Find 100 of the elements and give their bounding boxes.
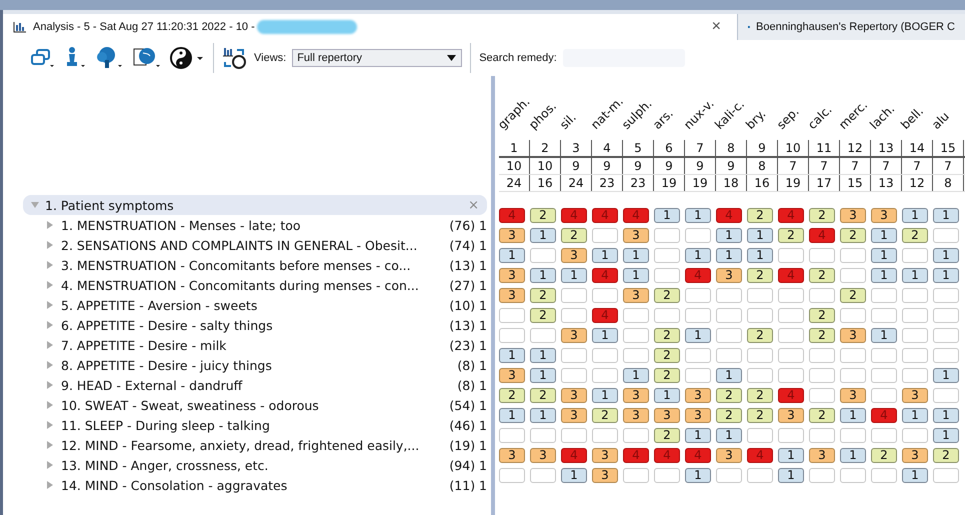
grade-cell[interactable]: 3 xyxy=(840,208,866,222)
empty-cell[interactable] xyxy=(623,468,649,482)
expand-arrow-icon[interactable] xyxy=(47,301,53,309)
grade-cell[interactable]: 2 xyxy=(654,288,680,302)
empty-cell[interactable] xyxy=(840,368,866,382)
grade-cell[interactable]: 2 xyxy=(530,388,556,402)
grade-cell[interactable]: 1 xyxy=(933,408,959,422)
empty-cell[interactable] xyxy=(902,368,928,382)
empty-cell[interactable] xyxy=(747,368,773,382)
empty-cell[interactable] xyxy=(685,308,711,322)
globe-document-icon[interactable] xyxy=(131,46,163,70)
grade-cell[interactable]: 2 xyxy=(840,228,866,242)
empty-cell[interactable] xyxy=(809,248,835,262)
grade-cell[interactable]: 3 xyxy=(499,288,525,302)
grade-cell[interactable]: 3 xyxy=(840,328,866,342)
collapse-arrow-icon[interactable] xyxy=(31,201,39,209)
empty-cell[interactable] xyxy=(778,248,804,262)
close-icon[interactable]: × xyxy=(712,18,727,36)
empty-cell[interactable] xyxy=(809,288,835,302)
grade-cell[interactable]: 1 xyxy=(530,408,556,422)
grade-cell[interactable]: 2 xyxy=(716,408,742,422)
grade-cell[interactable]: 3 xyxy=(840,388,866,402)
grade-cell[interactable]: 2 xyxy=(654,348,680,362)
grade-cell[interactable]: 1 xyxy=(933,208,959,222)
remedy-name[interactable]: bry. xyxy=(743,106,768,132)
empty-cell[interactable] xyxy=(592,228,618,242)
grade-cell[interactable]: 1 xyxy=(654,388,680,402)
symptom-label[interactable]: 13. MIND - Anger, crossness, etc. xyxy=(61,458,446,472)
grade-cell[interactable]: 2 xyxy=(840,288,866,302)
grade-cell[interactable]: 3 xyxy=(623,228,649,242)
grade-cell[interactable]: 2 xyxy=(530,208,556,222)
grade-cell[interactable]: 2 xyxy=(747,268,773,282)
grade-cell[interactable]: 3 xyxy=(592,448,618,462)
grade-cell[interactable]: 3 xyxy=(530,448,556,462)
grade-cell[interactable]: 1 xyxy=(592,328,618,342)
grade-cell[interactable]: 3 xyxy=(623,288,649,302)
grade-cell[interactable]: 1 xyxy=(902,468,928,482)
grade-cell[interactable]: 1 xyxy=(654,208,680,222)
empty-cell[interactable] xyxy=(685,368,711,382)
grade-cell[interactable]: 3 xyxy=(499,268,525,282)
grade-cell[interactable]: 1 xyxy=(840,408,866,422)
grade-cell[interactable]: 2 xyxy=(809,408,835,422)
grade-cell[interactable]: 2 xyxy=(530,288,556,302)
empty-cell[interactable] xyxy=(871,388,897,402)
empty-cell[interactable] xyxy=(561,368,587,382)
empty-cell[interactable] xyxy=(778,428,804,442)
grade-cell[interactable]: 3 xyxy=(685,388,711,402)
empty-cell[interactable] xyxy=(871,288,897,302)
empty-cell[interactable] xyxy=(840,308,866,322)
empty-cell[interactable] xyxy=(747,288,773,302)
empty-cell[interactable] xyxy=(809,428,835,442)
empty-cell[interactable] xyxy=(902,248,928,262)
empty-cell[interactable] xyxy=(840,468,866,482)
empty-cell[interactable] xyxy=(716,308,742,322)
empty-cell[interactable] xyxy=(654,228,680,242)
expand-arrow-icon[interactable] xyxy=(47,321,53,329)
empty-cell[interactable] xyxy=(902,428,928,442)
grade-cell[interactable]: 1 xyxy=(747,248,773,262)
symptom-label[interactable]: 1. MENSTRUATION - Menses - late; too xyxy=(61,218,446,232)
empty-cell[interactable] xyxy=(716,348,742,362)
grade-cell[interactable]: 1 xyxy=(778,448,804,462)
chart-refresh-icon[interactable] xyxy=(222,46,248,70)
empty-cell[interactable] xyxy=(747,308,773,322)
grade-cell[interactable]: 1 xyxy=(778,468,804,482)
empty-cell[interactable] xyxy=(623,308,649,322)
grade-cell[interactable]: 1 xyxy=(933,428,959,442)
symptom-label[interactable]: 7. APPETITE - Desire - milk xyxy=(61,338,446,352)
grade-cell[interactable]: 1 xyxy=(933,368,959,382)
empty-cell[interactable] xyxy=(778,348,804,362)
grade-cell[interactable]: 3 xyxy=(561,408,587,422)
grade-cell[interactable]: 1 xyxy=(623,368,649,382)
grade-cell[interactable]: 2 xyxy=(654,428,680,442)
empty-cell[interactable] xyxy=(809,368,835,382)
grade-cell[interactable]: 1 xyxy=(561,468,587,482)
empty-cell[interactable] xyxy=(530,328,556,342)
grade-cell[interactable]: 2 xyxy=(809,208,835,222)
empty-cell[interactable] xyxy=(685,348,711,362)
grade-cell[interactable]: 2 xyxy=(592,408,618,422)
grade-cell[interactable]: 1 xyxy=(530,348,556,362)
remedy-name[interactable]: bell. xyxy=(898,104,926,132)
grade-cell[interactable]: 2 xyxy=(747,388,773,402)
grade-cell[interactable]: 1 xyxy=(933,268,959,282)
empty-cell[interactable] xyxy=(561,308,587,322)
grade-cell[interactable]: 3 xyxy=(499,228,525,242)
empty-cell[interactable] xyxy=(809,468,835,482)
views-dropdown[interactable]: Full repertory xyxy=(292,49,462,67)
grade-cell[interactable]: 1 xyxy=(840,448,866,462)
empty-cell[interactable] xyxy=(902,348,928,362)
yin-yang-icon[interactable] xyxy=(169,46,205,70)
empty-cell[interactable] xyxy=(654,248,680,262)
grade-cell[interactable]: 3 xyxy=(623,408,649,422)
grade-cell[interactable]: 2 xyxy=(902,228,928,242)
grade-cell[interactable]: 1 xyxy=(747,228,773,242)
grade-cell[interactable]: 1 xyxy=(871,268,897,282)
grade-cell[interactable]: 2 xyxy=(747,408,773,422)
expand-arrow-icon[interactable] xyxy=(47,341,53,349)
expand-arrow-icon[interactable] xyxy=(47,361,53,369)
grade-cell[interactable]: 1 xyxy=(499,408,525,422)
empty-cell[interactable] xyxy=(499,308,525,322)
empty-cell[interactable] xyxy=(654,308,680,322)
